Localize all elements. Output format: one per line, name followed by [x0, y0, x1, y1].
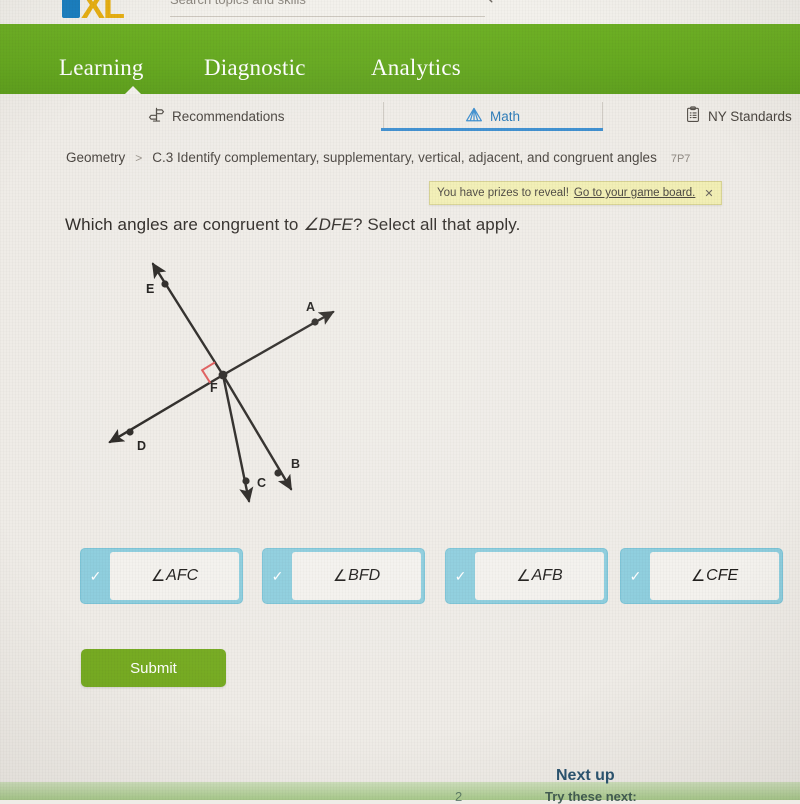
angle-symbol-icon: ∠ [516, 568, 531, 585]
answer-choice-label: ∠ CFE [650, 552, 779, 600]
angle-symbol-icon: ∠ [332, 568, 348, 585]
breadcrumb-subject[interactable]: Geometry [66, 150, 125, 165]
prize-banner: You have prizes to reveal! Go to your ga… [429, 181, 722, 205]
answer-choices: ✓ ∠ AFC ✓ ∠ BFD ✓ ∠ AFB ✓ ∠ CFE [80, 548, 783, 608]
point-D [126, 428, 134, 436]
answer-choice-afc[interactable]: ✓ ∠ AFC [80, 548, 243, 604]
point-B [274, 469, 282, 477]
answer-choice-text: AFB [531, 567, 563, 584]
question-prefix: Which angles are congruent to [65, 215, 304, 234]
signpost-icon [148, 106, 165, 126]
tab-math-label: Math [490, 108, 521, 124]
tab-ny-standards[interactable]: NY Standards [685, 98, 792, 134]
ixl-logo[interactable]: XL [62, 0, 125, 24]
tab-recommendations[interactable]: Recommendations [148, 98, 285, 134]
question-text: Which angles are congruent to ∠DFE? Sele… [65, 215, 765, 235]
question-angle: ∠DFE [303, 215, 353, 234]
search-container [170, 0, 493, 17]
search-icon[interactable] [476, 0, 493, 8]
tab-recommendations-label: Recommendations [172, 108, 285, 124]
answer-choice-label: ∠ AFC [110, 552, 239, 600]
answer-choice-label: ∠ BFD [292, 552, 421, 600]
diagram-point-label-A: A [306, 300, 316, 314]
logo-blue-square [62, 0, 80, 18]
angle-symbol-icon: ∠ [150, 568, 166, 585]
breadcrumb-skill-code: 7P7 [670, 153, 691, 165]
answer-choice-afb[interactable]: ✓ ∠ AFB [445, 548, 608, 604]
point-C [242, 477, 250, 485]
checkmark-icon[interactable]: ✓ [621, 549, 650, 603]
answer-choice-label: ∠ AFB [475, 552, 604, 600]
nav-item-diagnostic[interactable]: Diagnostic [204, 55, 306, 81]
angle-diagram: E A D B C F [60, 250, 380, 540]
active-tab-underline [381, 128, 603, 131]
breadcrumb-separator-icon: > [135, 151, 143, 165]
next-up-number: 2 [455, 789, 463, 804]
diagram-point-label-E: E [146, 282, 155, 296]
tab-ny-standards-label: NY Standards [708, 108, 792, 124]
angle-diagram-svg [108, 262, 335, 503]
angle-symbol-icon: ∠ [690, 568, 706, 585]
diagram-vertex-label-F: F [210, 381, 218, 395]
next-up-title: Next up [556, 767, 615, 784]
answer-choice-text: BFD [348, 567, 381, 584]
answer-choice-text: AFC [166, 567, 199, 584]
breadcrumb: Geometry > C.3 Identify complementary, s… [66, 150, 690, 165]
prize-banner-text: You have prizes to reveal! [437, 187, 569, 199]
breadcrumb-skill: C.3 Identify complementary, supplementar… [152, 150, 657, 165]
tab-divider [383, 102, 384, 128]
submit-button[interactable]: Submit [81, 649, 226, 687]
browser-top-bar: XL [0, 0, 800, 24]
point-E [161, 280, 169, 288]
main-navigation: Learning Diagnostic Analytics [0, 24, 800, 94]
game-board-link[interactable]: Go to your game board. [574, 187, 695, 199]
search-input[interactable] [170, 0, 485, 17]
question-suffix: ? Select all that apply. [352, 215, 521, 234]
pyramid-icon [465, 106, 483, 127]
answer-choice-text: CFE [706, 567, 739, 584]
point-A [311, 318, 319, 326]
answer-choice-bfd[interactable]: ✓ ∠ BFD [262, 548, 425, 604]
tab-divider [602, 102, 603, 128]
checkmark-icon[interactable]: ✓ [446, 549, 475, 603]
next-up-band [0, 782, 800, 800]
sub-tab-bar: Recommendations Math NY Standards [0, 94, 800, 138]
checkmark-icon[interactable]: ✓ [81, 549, 110, 603]
checkmark-icon[interactable]: ✓ [263, 549, 292, 603]
diagram-points [126, 280, 319, 485]
clipboard-icon [685, 106, 701, 126]
logo-xl-text: XL [81, 0, 125, 24]
diagram-point-label-C: C [257, 476, 267, 490]
point-F [218, 370, 228, 380]
answer-choice-cfe[interactable]: ✓ ∠ CFE [620, 548, 783, 604]
ray-FE [151, 262, 225, 377]
close-icon[interactable]: ✕ [704, 187, 713, 200]
next-up-subtitle: Try these next: [545, 789, 637, 804]
nav-item-analytics[interactable]: Analytics [371, 55, 461, 81]
diagram-point-label-B: B [291, 457, 301, 471]
diagram-point-label-D: D [137, 439, 147, 453]
nav-item-learning[interactable]: Learning [59, 55, 144, 81]
